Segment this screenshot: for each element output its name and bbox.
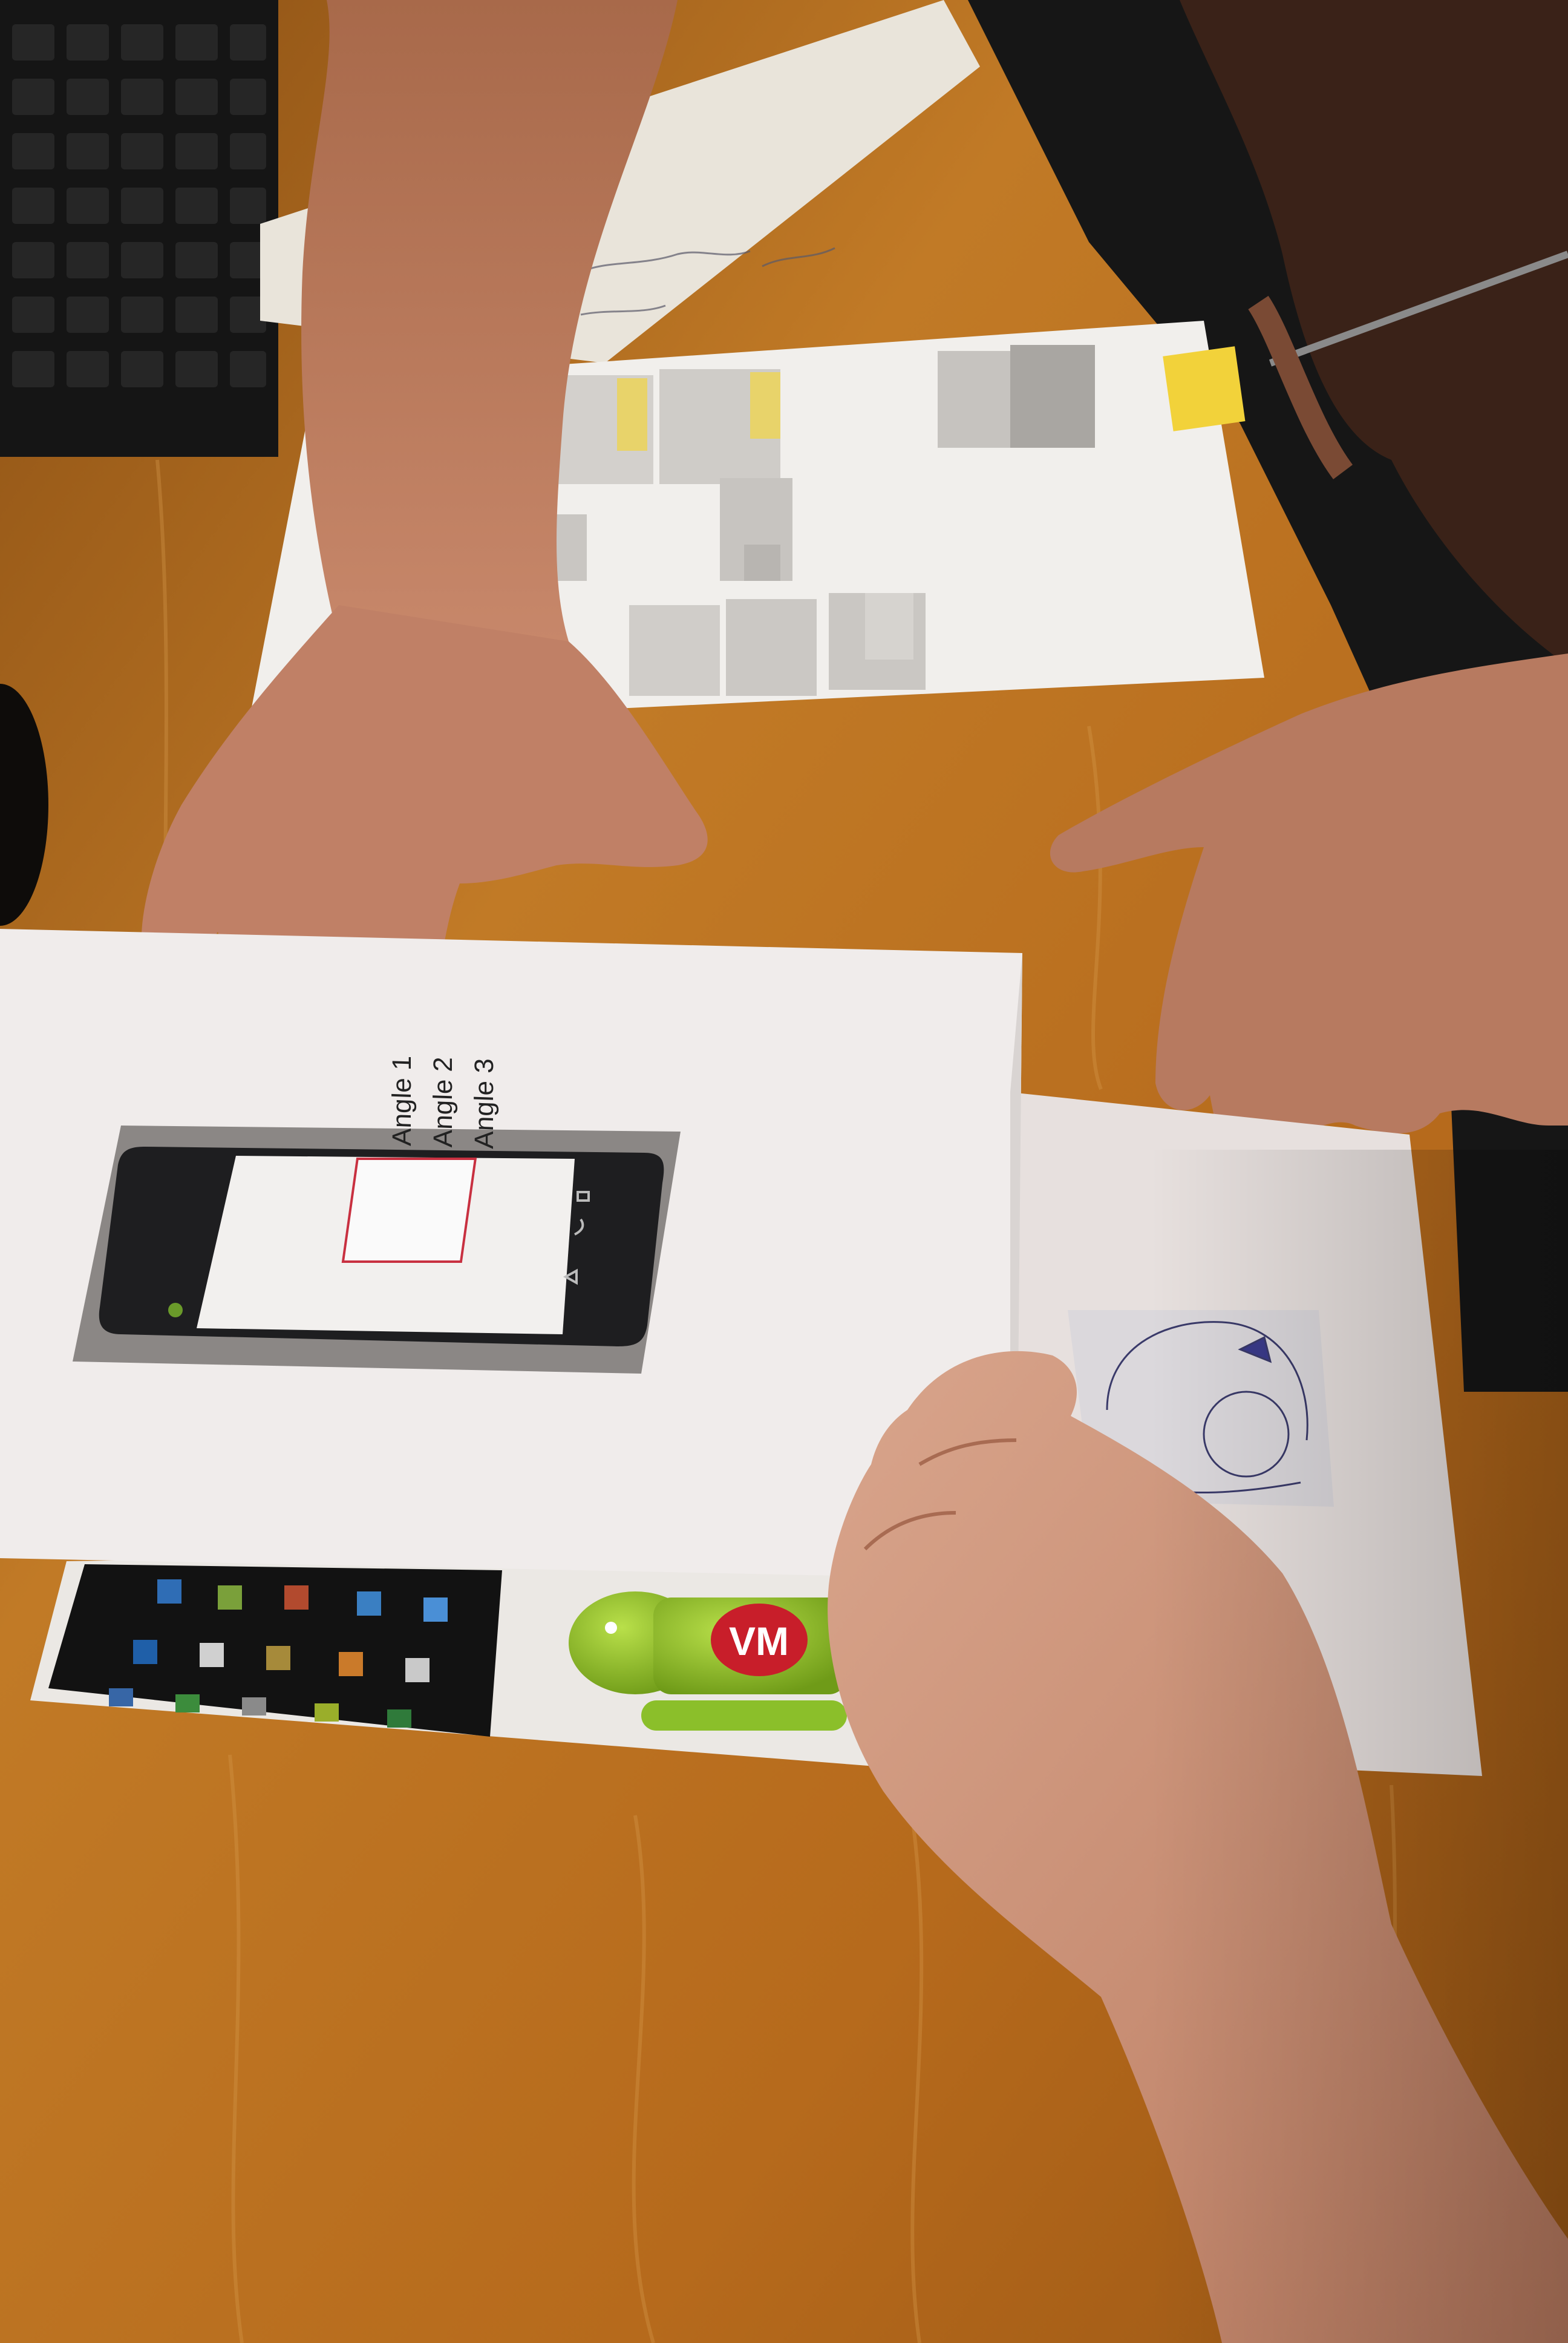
phone-list-item[interactable]: Angle 1: [387, 1055, 417, 1147]
scene: VM: [0, 0, 1568, 2343]
sticky-note: [1163, 346, 1246, 431]
phone-list-item[interactable]: Angle 2: [428, 1057, 459, 1148]
vignette: [1149, 1150, 1568, 2343]
keyboard: [0, 0, 278, 457]
phone-logo-icon: [168, 1303, 183, 1317]
vm-badge-text: VM: [729, 1619, 789, 1663]
phone-list: Angle 1 Angle 2 Angle 3: [339, 877, 499, 1159]
phone-mockup: [99, 1147, 664, 1346]
phone-list-item[interactable]: Angle 3: [469, 1058, 500, 1149]
phone-list-box: [341, 1158, 477, 1263]
